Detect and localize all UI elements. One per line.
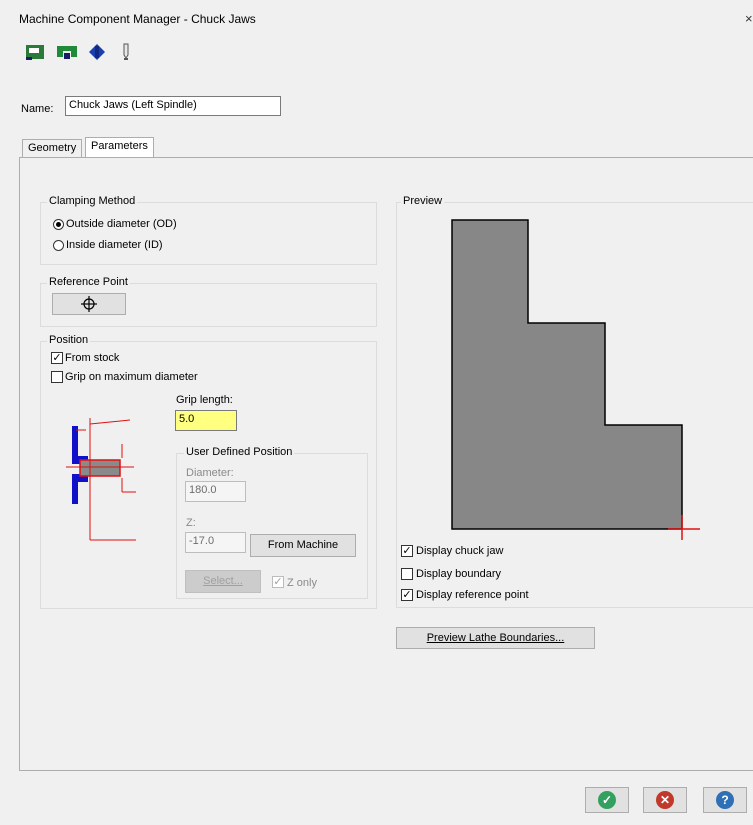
cancel-button[interactable]: ✕: [643, 787, 687, 813]
ok-button[interactable]: ✓: [585, 787, 629, 813]
crosshair-icon: [81, 296, 97, 312]
preview-lathe-boundaries-label: Preview Lathe Boundaries...: [426, 632, 565, 644]
select-button[interactable]: Select...: [185, 570, 261, 593]
display-chuck-jaw-checkbox[interactable]: ✓: [401, 545, 413, 557]
od-radio-label[interactable]: Outside diameter (OD): [66, 218, 177, 230]
tab-parameters[interactable]: Parameters: [85, 137, 154, 158]
name-label: Name:: [21, 103, 54, 115]
id-radio-label[interactable]: Inside diameter (ID): [66, 239, 163, 251]
clamping-method-label: Clamping Method: [47, 195, 138, 207]
from-stock-label[interactable]: From stock: [65, 352, 119, 364]
reference-point-label: Reference Point: [47, 276, 130, 288]
user-defined-position-label: User Defined Position: [184, 446, 295, 458]
grip-length-diagram: [66, 418, 136, 541]
grip-max-checkbox[interactable]: [51, 371, 63, 383]
z-label: Z:: [186, 517, 196, 529]
diameter-label: Diameter:: [186, 467, 234, 479]
close-icon[interactable]: ×: [745, 11, 753, 26]
grip-length-label: Grip length:: [176, 394, 233, 406]
display-reference-point-label[interactable]: Display reference point: [416, 589, 529, 601]
chuck-jaw-icon[interactable]: [25, 43, 45, 61]
grip-length-input[interactable]: 5.0: [175, 410, 237, 431]
position-label: Position: [47, 334, 91, 346]
select-button-label: Select...: [203, 575, 243, 587]
tab-geometry[interactable]: Geometry: [22, 139, 83, 157]
display-boundary-checkbox[interactable]: [401, 568, 413, 580]
spindle-icon[interactable]: [88, 43, 106, 61]
z-only-checkbox[interactable]: ✓: [272, 576, 284, 588]
from-machine-button[interactable]: From Machine: [250, 534, 356, 557]
help-button[interactable]: ?: [703, 787, 747, 813]
cancel-icon: ✕: [656, 791, 674, 809]
chuck-jaw-preview: [451, 219, 700, 540]
preview-label: Preview: [401, 195, 445, 207]
from-stock-checkbox[interactable]: ✓: [51, 352, 63, 364]
diameter-input[interactable]: 180.0: [185, 481, 246, 502]
check-icon: ✓: [598, 791, 616, 809]
z-only-label[interactable]: Z only: [287, 577, 317, 589]
grip-max-label[interactable]: Grip on maximum diameter: [65, 371, 198, 383]
jaw-clamp-icon[interactable]: [55, 43, 79, 61]
od-radio[interactable]: [53, 219, 64, 230]
display-boundary-label[interactable]: Display boundary: [416, 568, 501, 580]
id-radio[interactable]: [53, 240, 64, 251]
display-reference-point-checkbox[interactable]: ✓: [401, 589, 413, 601]
display-chuck-jaw-label[interactable]: Display chuck jaw: [416, 545, 503, 557]
name-input[interactable]: Chuck Jaws (Left Spindle): [65, 96, 281, 116]
reference-point-button[interactable]: [52, 293, 126, 315]
clamping-method-group: [40, 202, 377, 265]
z-input[interactable]: -17.0: [185, 532, 246, 553]
preview-lathe-boundaries-button[interactable]: Preview Lathe Boundaries...: [396, 627, 595, 649]
help-icon: ?: [716, 791, 734, 809]
tool-icon[interactable]: [121, 43, 131, 61]
window-title: Machine Component Manager - Chuck Jaws: [19, 12, 256, 26]
